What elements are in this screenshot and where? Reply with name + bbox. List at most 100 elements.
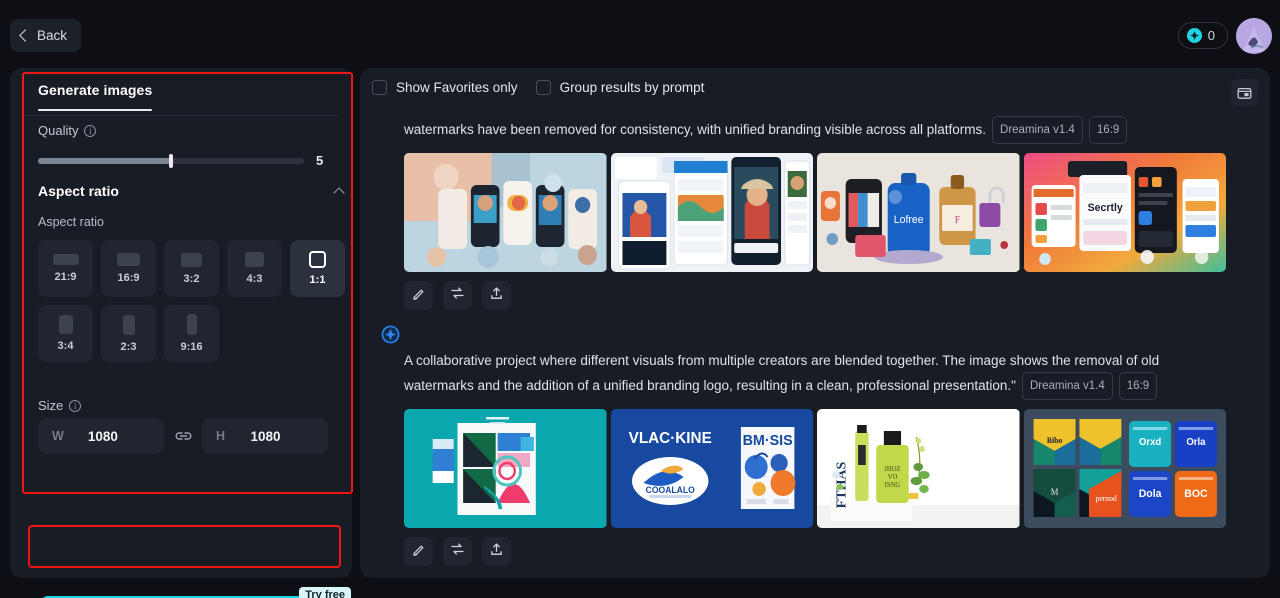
quality-value: 5 — [316, 153, 324, 168]
aspect-ratio-shape — [309, 251, 326, 268]
aspect-ratio-option-2-3[interactable]: 2:3 — [101, 305, 156, 362]
filter-row: Show Favorites only Group results by prom… — [372, 80, 704, 95]
width-value[interactable]: 1080 — [64, 429, 150, 444]
quality-slider[interactable] — [38, 153, 304, 168]
link-icon[interactable] — [173, 429, 193, 443]
results-feed[interactable]: watermarks have been removed for consist… — [360, 108, 1270, 578]
aspect-ratio-option-9-16[interactable]: 9:16 — [164, 305, 219, 362]
quality-label-row: Quality i — [38, 123, 343, 138]
aspect-ratio-option-16-9[interactable]: 16:9 — [101, 240, 156, 297]
credits-badge[interactable]: 0 — [1177, 22, 1228, 49]
svg-text:Secrtly: Secrtly — [1087, 202, 1122, 214]
result-image-green-perfume-bottle[interactable]: JHOZ VO ISNG FTHAS — [817, 409, 1020, 528]
aspect-ratio-option-label: 2:3 — [120, 340, 137, 353]
upload-icon — [489, 286, 504, 306]
chevron-up-icon[interactable] — [333, 186, 345, 199]
height-field[interactable]: H 1080 — [202, 418, 328, 454]
aspect-ratio-shape — [52, 254, 79, 265]
sparkle-badge-icon — [380, 324, 401, 345]
aspect-ratio-option-label: 3:4 — [57, 340, 74, 352]
svg-text:M: M — [1050, 487, 1058, 497]
tab-active-indicator — [38, 109, 153, 111]
edit-pencil-icon — [411, 286, 426, 306]
filter-label: Show Favorites only — [396, 80, 518, 95]
panel-divider — [24, 115, 338, 116]
result-entry: A collaborative project where different … — [360, 324, 1270, 566]
aspect-ratio-option-21-9[interactable]: 21:9 — [38, 240, 93, 297]
tab-generate-images[interactable]: Generate images — [38, 82, 152, 98]
aspect-ratio-options: 21:9 16:9 3:2 4:3 1:1 3:4 2:3 9:16 — [38, 240, 348, 362]
aspect-ratio-option-label: 16:9 — [117, 272, 140, 284]
aspect-ratio-shape — [58, 315, 73, 334]
aspect-ratio-shape — [122, 314, 135, 335]
checkbox[interactable] — [372, 80, 387, 95]
aspect-ratio-option-label: 3:2 — [183, 272, 200, 285]
svg-text:BOC: BOC — [1184, 488, 1208, 500]
svg-text:VLAC·KINE: VLAC·KINE — [628, 430, 711, 447]
panel-tabs: Generate images — [38, 82, 153, 111]
filter-group-results-by-prompt[interactable]: Group results by prompt — [535, 80, 704, 95]
result-image-geometric-cans-branding[interactable]: Bibo M pernod Orxd Orla Dola BOC — [1023, 409, 1226, 528]
aspect-ratio-option-label: 9:16 — [180, 341, 203, 353]
info-icon[interactable]: i — [69, 399, 82, 412]
aspect-ratio-option-4-3[interactable]: 4:3 — [227, 240, 282, 297]
upload-icon — [489, 542, 504, 562]
aspect-ratio-option-label: 1:1 — [309, 274, 326, 286]
ratio-chip: 16:9 — [1088, 116, 1128, 144]
avatar[interactable] — [1236, 18, 1272, 54]
back-label: Back — [37, 28, 68, 43]
aspect-ratio-option-label: 21:9 — [54, 271, 77, 283]
aspect-ratio-option-3-2[interactable]: 3:2 — [164, 240, 219, 297]
result-image-phone-mockups-pastel[interactable] — [404, 153, 607, 272]
result-image-row: Lofree F Secrtly — [404, 153, 1226, 272]
height-value[interactable]: 1080 — [225, 429, 314, 444]
svg-text:Lofree: Lofree — [894, 214, 924, 226]
height-unit-label: H — [216, 429, 226, 443]
entry-header — [380, 324, 1226, 345]
quality-slider-thumb[interactable] — [169, 153, 173, 168]
chevron-left-icon — [19, 29, 32, 42]
aspect-ratio-header[interactable]: Aspect ratio — [38, 183, 345, 199]
svg-text:Dola: Dola — [1138, 488, 1162, 500]
result-image-teal-poster-design[interactable] — [404, 409, 607, 528]
result-actions — [404, 281, 1226, 310]
model-chip: Dreamina v1.4 — [1021, 372, 1113, 400]
prompt-text: watermarks have been removed for consist… — [404, 116, 1226, 144]
edit-pencil-icon — [411, 542, 426, 562]
model-chip: Dreamina v1.4 — [992, 116, 1083, 144]
info-icon[interactable]: i — [84, 124, 97, 137]
app-root: Back 0 Generate images Quality i 5 Aspec… — [0, 0, 1280, 598]
edit-pencil-button[interactable] — [404, 281, 433, 310]
regenerate-button[interactable] — [443, 537, 472, 566]
upload-button[interactable] — [482, 281, 511, 310]
aspect-ratio-shape — [186, 314, 197, 335]
size-inputs-row: W 1080 H 1080 — [38, 418, 348, 454]
back-button[interactable]: Back — [10, 19, 82, 52]
width-field[interactable]: W 1080 — [38, 418, 164, 454]
aspect-ratio-shape — [117, 253, 140, 266]
filter-show-favorites-only[interactable]: Show Favorites only — [372, 80, 518, 95]
result-image-social-app-screens[interactable] — [610, 153, 813, 272]
svg-text:BM·SIS: BM·SIS — [742, 433, 792, 449]
svg-text:ISNG: ISNG — [885, 482, 901, 489]
result-image-bottle-packaging-render[interactable]: Lofree F — [817, 153, 1020, 272]
ratio-chip: 16:9 — [1118, 372, 1158, 400]
aspect-ratio-shape — [245, 252, 264, 267]
result-image-colorful-ui-cards[interactable]: Secrtly — [1023, 153, 1226, 272]
svg-text:Orla: Orla — [1186, 437, 1206, 448]
regenerate-button[interactable] — [443, 281, 472, 310]
generate-settings-panel: Generate images Quality i 5 Aspect ratio… — [10, 68, 352, 598]
aspect-ratio-option-3-4[interactable]: 3:4 — [38, 305, 93, 362]
top-bar: Back 0 — [0, 0, 1280, 70]
svg-text:VO: VO — [888, 474, 898, 481]
try-free-badge: Try free — [299, 587, 351, 598]
folder-icon — [1237, 87, 1252, 99]
upload-button[interactable] — [482, 537, 511, 566]
result-image-blue-logo-branding[interactable]: VLAC·KINE COOALALO BM·SIS — [610, 409, 813, 528]
coin-icon — [1186, 28, 1202, 43]
archive-button[interactable] — [1231, 79, 1258, 106]
aspect-ratio-option-1-1[interactable]: 1:1 — [290, 240, 345, 297]
entry-clipped-top — [404, 108, 1226, 116]
checkbox[interactable] — [535, 80, 551, 95]
edit-pencil-button[interactable] — [404, 537, 433, 566]
